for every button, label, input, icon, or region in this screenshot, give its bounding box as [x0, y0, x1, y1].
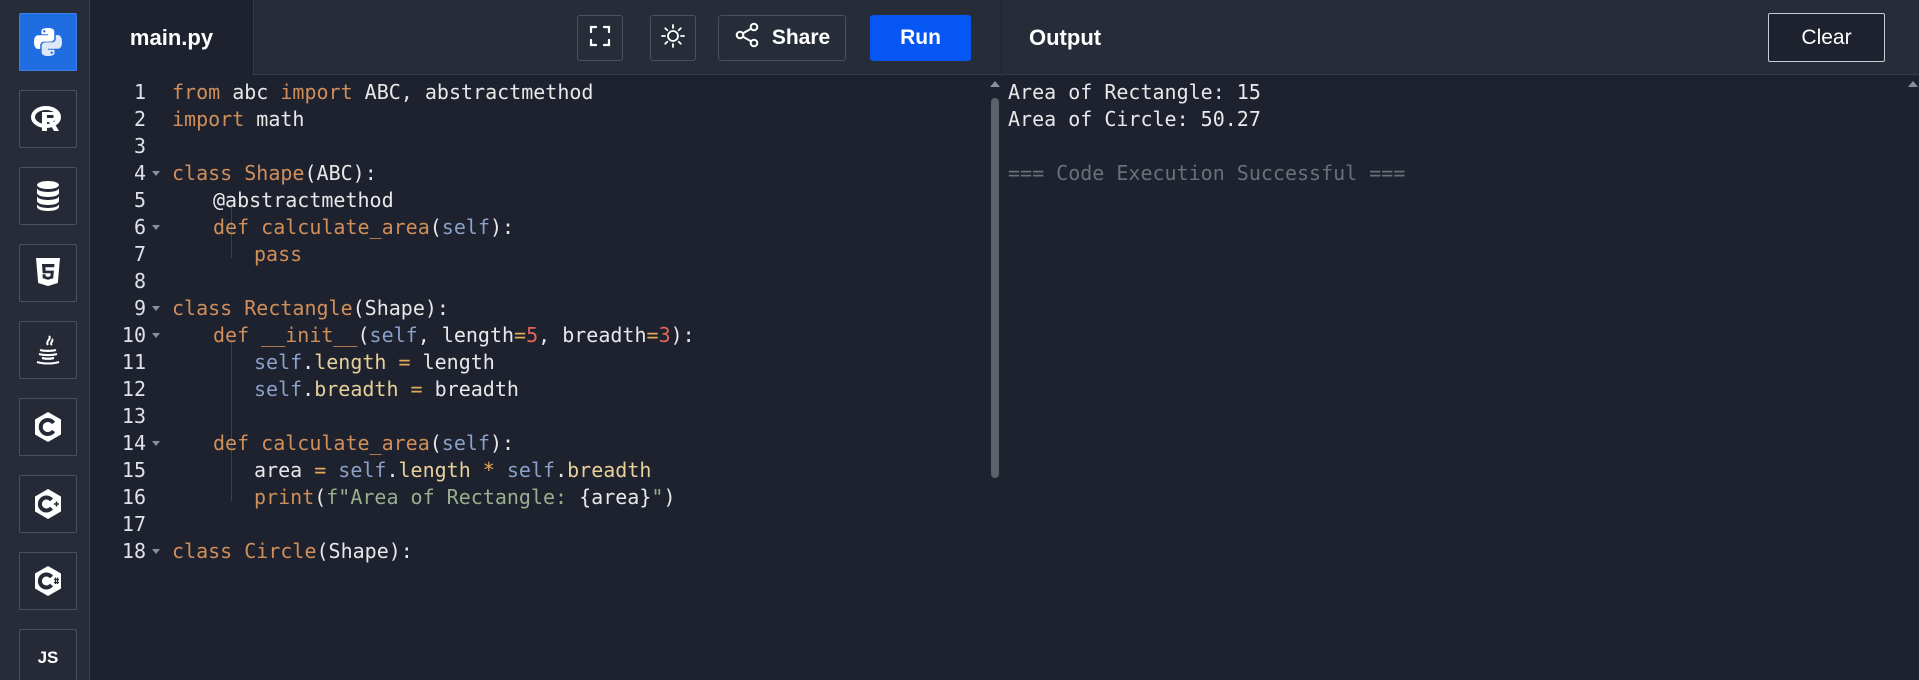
language-sidebar: JS	[0, 0, 90, 680]
code-line: 18 class Circle(Shape):	[90, 535, 987, 568]
language-html-button[interactable]	[19, 244, 77, 302]
language-c-button[interactable]	[19, 398, 77, 456]
language-csharp-button[interactable]	[19, 552, 77, 610]
scrollbar-thumb[interactable]	[991, 98, 999, 478]
output-line: Area of Circle: 50.27	[1008, 107, 1261, 131]
share-icon	[734, 22, 760, 54]
fold-arrow-icon[interactable]	[152, 306, 160, 311]
output-title: Output	[1029, 25, 1102, 50]
execution-status: === Code Execution Successful ===	[1008, 161, 1406, 185]
fold-arrow-icon[interactable]	[152, 441, 160, 446]
output-scrollbar[interactable]	[1905, 76, 1919, 680]
output-pane: Output Clear Area of Rectangle: 15 Area …	[1002, 0, 1919, 680]
cpp-icon	[32, 487, 64, 521]
theme-toggle-button[interactable]	[650, 15, 696, 61]
language-cpp-button[interactable]	[19, 475, 77, 533]
line-number: 18	[121, 539, 146, 563]
fold-arrow-icon[interactable]	[152, 171, 160, 176]
language-python-button[interactable]	[19, 13, 77, 71]
language-sql-button[interactable]	[19, 167, 77, 225]
fold-arrow-icon[interactable]	[152, 333, 160, 338]
fullscreen-icon	[588, 24, 612, 53]
editor-pane: main.py Share Run 1 from abc import ABC,…	[90, 0, 1001, 680]
language-java-button[interactable]	[19, 321, 77, 379]
r-icon	[31, 104, 65, 134]
language-r-button[interactable]	[19, 90, 77, 148]
python-icon	[31, 25, 65, 59]
editor-scrollbar[interactable]	[987, 76, 1001, 680]
run-button[interactable]: Run	[870, 15, 971, 61]
fold-arrow-icon[interactable]	[152, 549, 160, 554]
fullscreen-button[interactable]	[577, 15, 623, 61]
javascript-icon: JS	[37, 648, 59, 667]
clear-button[interactable]: Clear	[1768, 13, 1885, 62]
html5-icon	[34, 256, 62, 290]
share-button[interactable]: Share	[718, 15, 846, 61]
sun-icon	[660, 23, 686, 54]
sql-icon	[34, 179, 62, 213]
code-editor[interactable]: 1 from abc import ABC, abstractmethod 2 …	[90, 76, 987, 680]
csharp-icon	[32, 564, 64, 598]
scroll-up-arrow-icon[interactable]	[1908, 81, 1918, 87]
share-label: Share	[771, 26, 831, 49]
output-toolbar: Output Clear	[1002, 0, 1919, 75]
editor-toolbar: main.py Share Run	[90, 0, 1001, 75]
file-tab-main-py[interactable]: main.py	[90, 0, 254, 75]
c-icon	[32, 410, 64, 444]
java-icon	[34, 333, 62, 367]
language-javascript-button[interactable]: JS	[19, 629, 77, 680]
fold-arrow-icon[interactable]	[152, 225, 160, 230]
scroll-up-arrow-icon[interactable]	[990, 81, 1000, 87]
